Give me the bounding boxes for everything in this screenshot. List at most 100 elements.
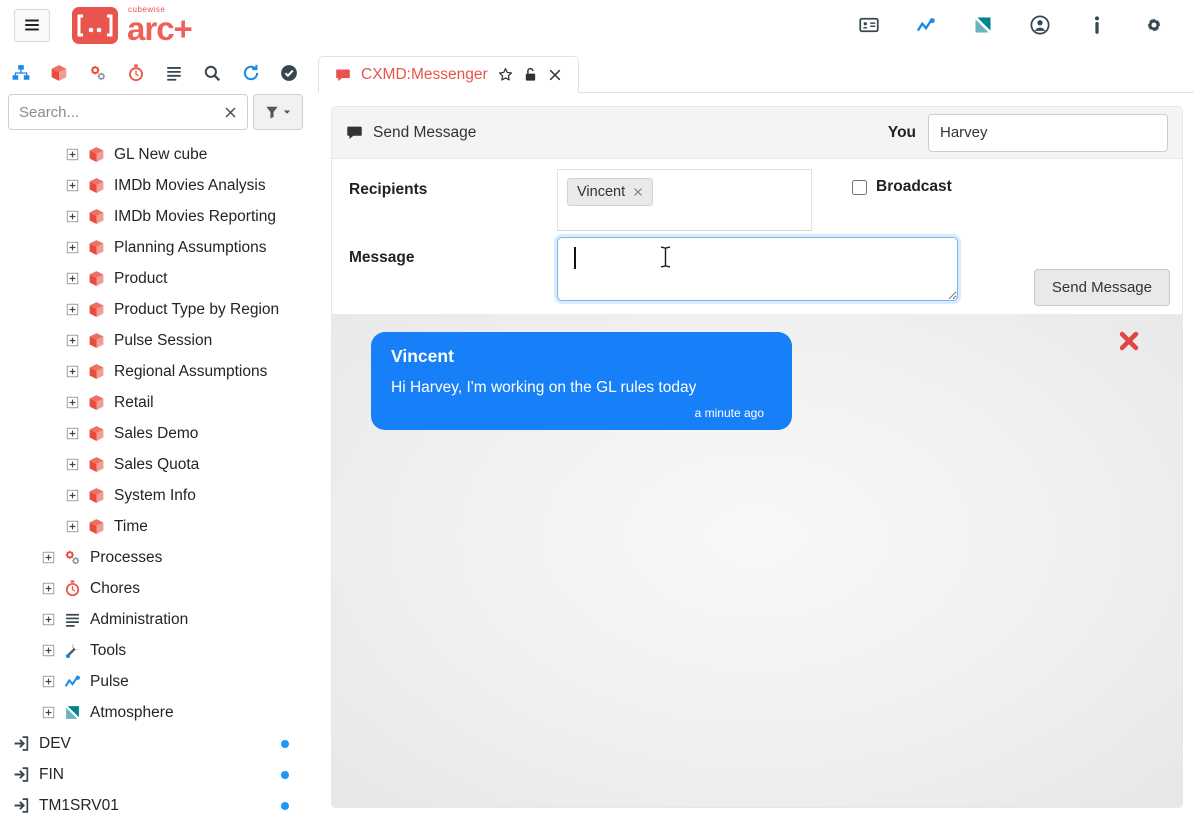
expand-icon[interactable] xyxy=(66,396,79,409)
broadcast-option[interactable]: Broadcast xyxy=(852,169,952,196)
close-tab-icon[interactable] xyxy=(548,68,562,82)
contacts-card-icon[interactable] xyxy=(859,15,879,35)
chores-clock-icon[interactable] xyxy=(127,64,145,82)
filter-dropdown-button[interactable] xyxy=(253,94,303,130)
tree-item-label: System Info xyxy=(114,487,196,505)
info-icon[interactable] xyxy=(1087,15,1107,35)
tree-item-label: Administration xyxy=(90,611,188,629)
cube-icon xyxy=(88,332,105,349)
atmosphere-icon xyxy=(64,704,81,721)
tree-item-cube[interactable]: Regional Assumptions xyxy=(0,356,310,387)
send-message-button[interactable]: Send Message xyxy=(1034,269,1170,306)
tree-item-server-tm1srv01[interactable]: TM1SRV01 xyxy=(0,790,310,821)
tree-item-tools[interactable]: Tools xyxy=(0,635,310,666)
tree-item-server-fin[interactable]: FIN xyxy=(0,759,310,790)
expand-icon[interactable] xyxy=(66,458,79,471)
hierarchy-icon[interactable] xyxy=(12,64,30,82)
expand-icon[interactable] xyxy=(42,706,55,719)
main-area: CXMD:Messenger Send Message You xyxy=(310,50,1194,828)
expand-icon[interactable] xyxy=(66,148,79,161)
message-timestamp: a minute ago xyxy=(391,406,772,420)
refresh-icon[interactable] xyxy=(242,64,260,82)
tree-item-cube[interactable]: Product Type by Region xyxy=(0,294,310,325)
list-icon[interactable] xyxy=(165,64,183,82)
tree-item-cube[interactable]: Sales Quota xyxy=(0,449,310,480)
tree-item-cube[interactable]: Time xyxy=(0,511,310,542)
expand-icon[interactable] xyxy=(66,489,79,502)
tree-item-processes[interactable]: Processes xyxy=(0,542,310,573)
remove-recipient-icon[interactable] xyxy=(633,187,643,197)
recipient-chip[interactable]: Vincent xyxy=(567,178,653,206)
tree-item-cube[interactable]: IMDb Movies Analysis xyxy=(0,170,310,201)
tree-item-label: TM1SRV01 xyxy=(39,797,119,815)
expand-icon[interactable] xyxy=(42,582,55,595)
tree-item-cube[interactable]: Retail xyxy=(0,387,310,418)
pulse-icon xyxy=(64,673,81,690)
tree-item-label: Planning Assumptions xyxy=(114,239,267,257)
login-arrow-icon xyxy=(13,797,30,814)
atmosphere-icon[interactable] xyxy=(973,15,993,35)
expand-icon[interactable] xyxy=(42,551,55,564)
clear-search-icon[interactable] xyxy=(224,106,237,119)
expand-icon[interactable] xyxy=(42,675,55,688)
status-dot xyxy=(281,771,289,779)
hamburger-icon xyxy=(23,16,41,34)
brackets-logo-icon xyxy=(72,7,118,44)
expand-icon[interactable] xyxy=(66,179,79,192)
tree-item-pulse[interactable]: Pulse xyxy=(0,666,310,697)
cube-icon xyxy=(88,456,105,473)
expand-icon[interactable] xyxy=(66,520,79,533)
message-textarea[interactable] xyxy=(557,237,958,301)
tree-item-label: FIN xyxy=(39,766,64,784)
search-input[interactable] xyxy=(19,104,218,121)
pulse-icon[interactable] xyxy=(916,15,936,35)
recipients-field[interactable]: Vincent xyxy=(557,169,812,231)
cubes-filter-icon[interactable] xyxy=(50,64,68,82)
tree-item-administration[interactable]: Administration xyxy=(0,604,310,635)
expand-icon[interactable] xyxy=(66,272,79,285)
messenger-header: Send Message You xyxy=(332,107,1182,159)
you-name-input[interactable] xyxy=(928,114,1168,152)
unlock-icon[interactable] xyxy=(523,67,538,82)
tree-item-cube[interactable]: Planning Assumptions xyxy=(0,232,310,263)
cube-icon xyxy=(88,394,105,411)
topbar-icon-group xyxy=(859,15,1164,35)
tree-item-atmosphere[interactable]: Atmosphere xyxy=(0,697,310,728)
expand-icon[interactable] xyxy=(66,241,79,254)
search-icon[interactable] xyxy=(203,64,221,82)
broadcast-checkbox[interactable] xyxy=(852,180,867,195)
tree-item-label: Processes xyxy=(90,549,162,567)
expand-icon[interactable] xyxy=(66,210,79,223)
tree-item-cube[interactable]: Product xyxy=(0,263,310,294)
expand-icon[interactable] xyxy=(42,644,55,657)
tree-item-cube[interactable]: GL New cube xyxy=(0,139,310,170)
tab-title: CXMD:Messenger xyxy=(361,66,488,84)
expand-icon[interactable] xyxy=(66,334,79,347)
expand-icon[interactable] xyxy=(66,427,79,440)
tab-cxmd-messenger[interactable]: CXMD:Messenger xyxy=(318,56,579,93)
settings-gear-icon[interactable] xyxy=(1144,15,1164,35)
user-circle-icon[interactable] xyxy=(1030,15,1050,35)
sidebar-search-row xyxy=(0,88,310,136)
processes-gears-icon[interactable] xyxy=(89,64,107,82)
tree-item-label: Sales Demo xyxy=(114,425,198,443)
tree-item-chores[interactable]: Chores xyxy=(0,573,310,604)
expand-icon[interactable] xyxy=(66,365,79,378)
expand-icon[interactable] xyxy=(66,303,79,316)
tree-item-cube[interactable]: System Info xyxy=(0,480,310,511)
tree-item-server-dev[interactable]: DEV xyxy=(0,728,310,759)
tree-item-label: Sales Quota xyxy=(114,456,199,474)
clear-history-icon[interactable] xyxy=(1118,330,1140,352)
tree-item-label: Retail xyxy=(114,394,154,412)
tree-item-cube[interactable]: Pulse Session xyxy=(0,325,310,356)
hamburger-menu-button[interactable] xyxy=(14,9,50,42)
message-history: Vincent Hi Harvey, I'm working on the GL… xyxy=(332,314,1182,807)
cube-icon xyxy=(88,301,105,318)
check-circle-icon[interactable] xyxy=(280,64,298,82)
expand-icon[interactable] xyxy=(42,613,55,626)
tree-item-cube[interactable]: Sales Demo xyxy=(0,418,310,449)
tree-item-cube[interactable]: IMDb Movies Reporting xyxy=(0,201,310,232)
star-icon[interactable] xyxy=(498,67,513,82)
arc-logo: arc+ cubewise xyxy=(72,7,192,44)
search-box[interactable] xyxy=(8,94,248,130)
